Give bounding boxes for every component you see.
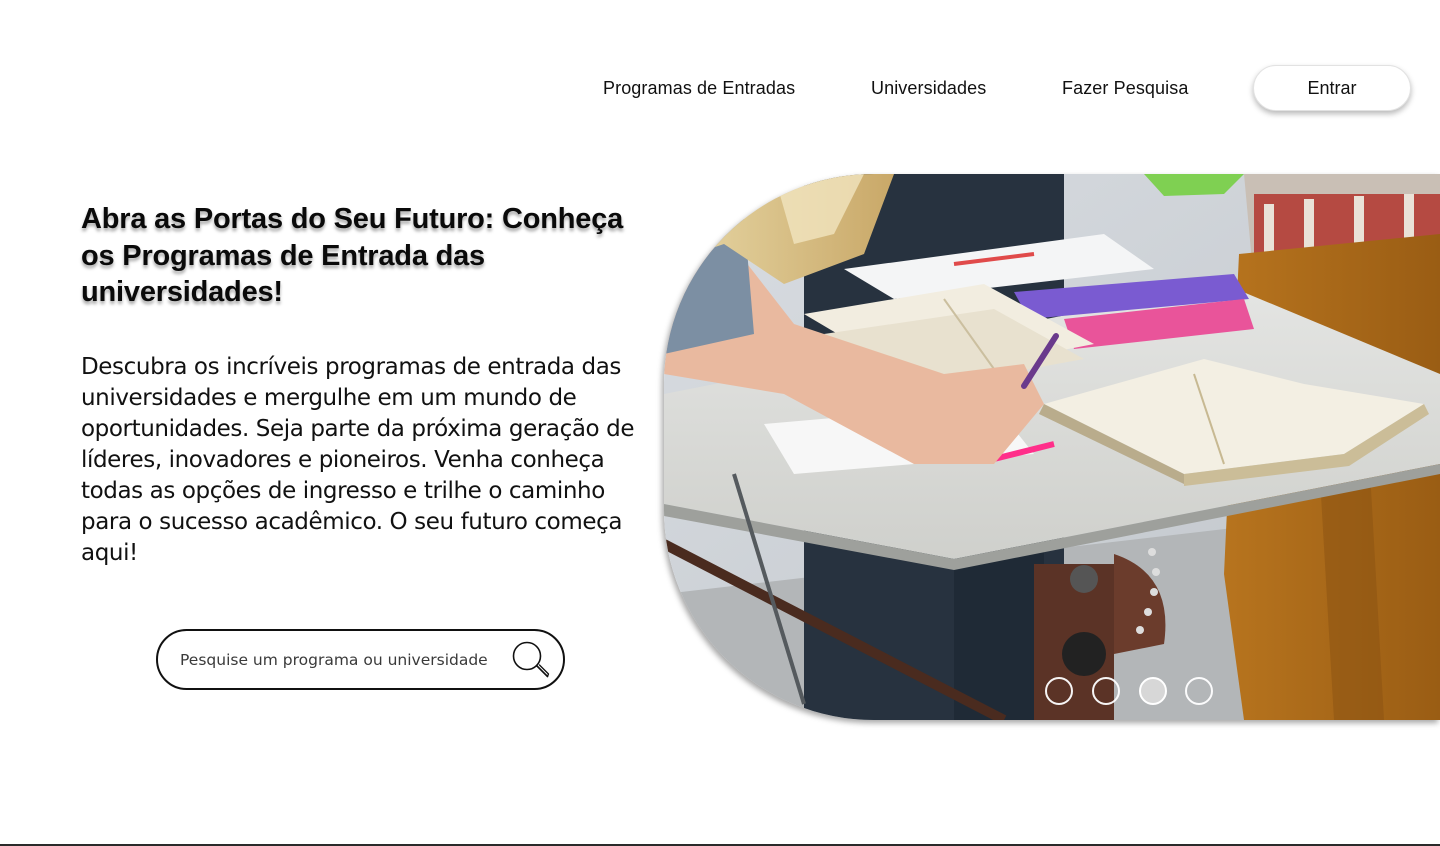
search-bar [156,629,565,690]
landing-page: Programas de Entradas Universidades Faze… [0,0,1440,846]
hero-title: Abra as Portas do Seu Futuro: Conheça os… [81,203,624,308]
hero-image [664,174,1440,720]
carousel-dot-4[interactable] [1185,677,1213,705]
carousel-dot-3[interactable] [1139,677,1167,705]
nav-link-pesquisa[interactable]: Fazer Pesquisa [1062,78,1188,99]
hero-description: Descubra os incríveis programas de entra… [81,354,635,566]
magnifier-icon[interactable] [511,640,551,680]
search-input[interactable] [180,647,510,673]
carousel-dot-1[interactable] [1045,677,1073,705]
login-button[interactable]: Entrar [1253,65,1411,111]
nav-link-universidades[interactable]: Universidades [871,78,986,99]
nav-link-programas[interactable]: Programas de Entradas [603,78,795,99]
carousel-dot-2[interactable] [1092,677,1120,705]
